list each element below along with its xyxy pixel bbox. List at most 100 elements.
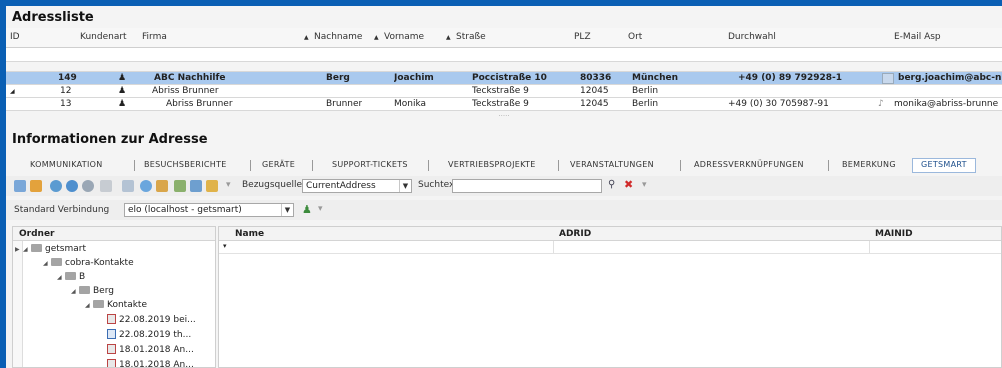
phone-icon[interactable]	[882, 73, 894, 84]
cell-firma: ABC Nachhilfe	[154, 73, 226, 83]
main-panel: Adressliste ID Kundenart Firma ▲ Nachnam…	[6, 6, 1002, 368]
pdf-icon[interactable]	[122, 180, 134, 192]
chevron-down-icon[interactable]: ▼	[281, 204, 293, 216]
phone-icon[interactable]: ♪	[878, 99, 884, 109]
col-header-email[interactable]: E-Mail Asp	[894, 32, 941, 42]
cell-ort: Berlin	[632, 86, 659, 96]
pdf-document-icon	[107, 314, 116, 324]
search-input[interactable]	[452, 179, 602, 193]
table-row[interactable]: ◢ 12 ♟ Abriss Brunner Teckstraße 9 12045…	[6, 85, 1002, 98]
tree-node[interactable]: ◢ Kontakte	[85, 298, 147, 312]
bezugsquelle-value: CurrentAddress	[306, 181, 376, 191]
user-icon[interactable]: ♟	[302, 203, 312, 216]
verbindung-value: elo (localhost - getsmart)	[128, 205, 242, 215]
bezugsquelle-select[interactable]: CurrentAddress ▼	[302, 179, 412, 193]
users-icon[interactable]	[174, 180, 186, 192]
info-tabs: KOMMUNIKATION BESUCHSBERICHTE GERÄTE SUP…	[6, 158, 1002, 174]
folder-tree-header: Ordner	[13, 227, 215, 241]
cell-id: 12	[60, 86, 72, 96]
export-icon[interactable]	[206, 180, 218, 192]
col-header-firma[interactable]: Firma	[142, 32, 167, 42]
new-document-icon[interactable]	[14, 180, 26, 192]
tree-node-label: getsmart	[45, 244, 86, 254]
address-grid-header: ID Kundenart Firma ▲ Nachname ▲ Vorname …	[6, 28, 1002, 48]
splitter-handle[interactable]: .....	[6, 111, 1002, 121]
tab-vertriebsprojekte[interactable]: VERTRIEBSPROJEKTE	[448, 160, 536, 169]
cell-vorname: Joachim	[394, 73, 434, 83]
verbindung-select[interactable]: elo (localhost - getsmart) ▼	[124, 203, 294, 217]
tab-separator	[828, 160, 829, 171]
tab-bemerkung[interactable]: BEMERKUNG	[842, 160, 896, 169]
pdf-document-icon	[107, 344, 116, 354]
tree-node[interactable]: 18.01.2018 An...	[107, 358, 194, 367]
info-title: Informationen zur Adresse	[12, 132, 208, 147]
folder-icon	[65, 272, 76, 280]
open-folder-icon[interactable]	[30, 180, 42, 192]
col-header-mainid[interactable]: MAINID	[875, 229, 913, 239]
tree-node[interactable]: 22.08.2019 bei...	[107, 313, 196, 327]
col-header-ort[interactable]: Ort	[628, 32, 642, 42]
cell-firma: Abriss Brunner	[166, 99, 233, 109]
search-icon[interactable]: ⚲	[608, 179, 615, 190]
window-icon[interactable]	[156, 180, 168, 192]
col-header-strasse[interactable]: Straße	[456, 32, 486, 42]
column-divider	[553, 241, 554, 253]
tab-adressverknuepfungen[interactable]: ADRESSVERKNÜPFUNGEN	[694, 160, 804, 169]
word-document-icon	[107, 329, 116, 339]
tab-support-tickets[interactable]: SUPPORT-TICKETS	[332, 160, 408, 169]
expanded-icon[interactable]: ◢	[43, 257, 51, 271]
cell-strasse: Poccistraße 10	[472, 73, 547, 83]
address-grid: ID Kundenart Firma ▲ Nachname ▲ Vorname …	[6, 28, 1002, 121]
table-row[interactable]: 149 ♟ ABC Nachhilfe Berg Joachim Poccist…	[6, 72, 1002, 85]
tab-separator	[134, 160, 135, 171]
col-header-vorname[interactable]: Vorname	[384, 32, 424, 42]
tree-node[interactable]: ◢ cobra-Kontakte	[43, 256, 134, 270]
folder-icon	[93, 300, 104, 308]
tree-node[interactable]: ◢ B	[57, 270, 85, 284]
tree-node-label: 18.01.2018 An...	[119, 345, 194, 355]
list-icon[interactable]	[100, 180, 112, 192]
expanded-icon[interactable]: ◢	[71, 285, 79, 299]
expanded-icon[interactable]: ◢	[57, 271, 65, 285]
tab-besuchsberichte[interactable]: BESUCHSBERICHTE	[144, 160, 227, 169]
cell-durchwahl: +49 (0) 30 705987-91	[728, 99, 829, 109]
tree-node[interactable]: 22.08.2019 th...	[107, 328, 191, 342]
col-header-id[interactable]: ID	[10, 32, 20, 42]
tab-kommunikation[interactable]: KOMMUNIKATION	[30, 160, 103, 169]
tree-gutter	[13, 241, 23, 367]
col-header-name[interactable]: Name	[235, 229, 264, 239]
chevron-down-icon[interactable]: ▼	[399, 180, 411, 192]
cell-ort: München	[632, 73, 679, 83]
tree-node[interactable]: 18.01.2018 An...	[107, 343, 194, 357]
filter-row[interactable]	[6, 48, 1002, 62]
person-icon: ♟	[118, 99, 127, 109]
clear-search-icon[interactable]: ✖	[624, 178, 633, 191]
sort-up-icon: ▲	[304, 34, 309, 41]
link-icon[interactable]	[50, 180, 62, 192]
documents-filter-row[interactable]: ▾	[219, 241, 1001, 254]
filter-marker-icon: ▾	[223, 242, 227, 250]
col-header-kundenart[interactable]: Kundenart	[80, 32, 127, 42]
folder-icon	[31, 244, 42, 252]
tree-node[interactable]: ▶ ◢ getsmart	[15, 242, 86, 256]
col-header-durchwahl[interactable]: Durchwahl	[728, 32, 776, 42]
documents-header: Name ADRID MAINID	[219, 227, 1001, 241]
tab-geraete[interactable]: GERÄTE	[262, 160, 295, 169]
unlink-icon[interactable]	[66, 180, 78, 192]
refresh-icon[interactable]	[140, 180, 152, 192]
expand-icon[interactable]: ◢	[10, 88, 15, 95]
col-header-adrid[interactable]: ADRID	[559, 229, 591, 239]
tree-node[interactable]: ◢ Berg	[71, 284, 114, 298]
tab-separator	[250, 160, 251, 171]
expanded-icon[interactable]: ◢	[23, 243, 31, 257]
col-header-plz[interactable]: PLZ	[574, 32, 591, 42]
copy-icon[interactable]	[190, 180, 202, 192]
toolbar-dropdown-arrow-icon[interactable]: ▾	[226, 180, 231, 190]
expanded-icon[interactable]: ◢	[85, 299, 93, 313]
toolbar-dropdown-arrow-icon[interactable]: ▾	[642, 180, 647, 190]
col-header-nachname[interactable]: Nachname	[314, 32, 362, 42]
tab-veranstaltungen[interactable]: VERANSTALTUNGEN	[570, 160, 654, 169]
view-icon[interactable]	[82, 180, 94, 192]
toolbar-dropdown-arrow-icon[interactable]: ▾	[318, 204, 323, 214]
tab-getsmart[interactable]: GETSMART	[912, 158, 976, 173]
